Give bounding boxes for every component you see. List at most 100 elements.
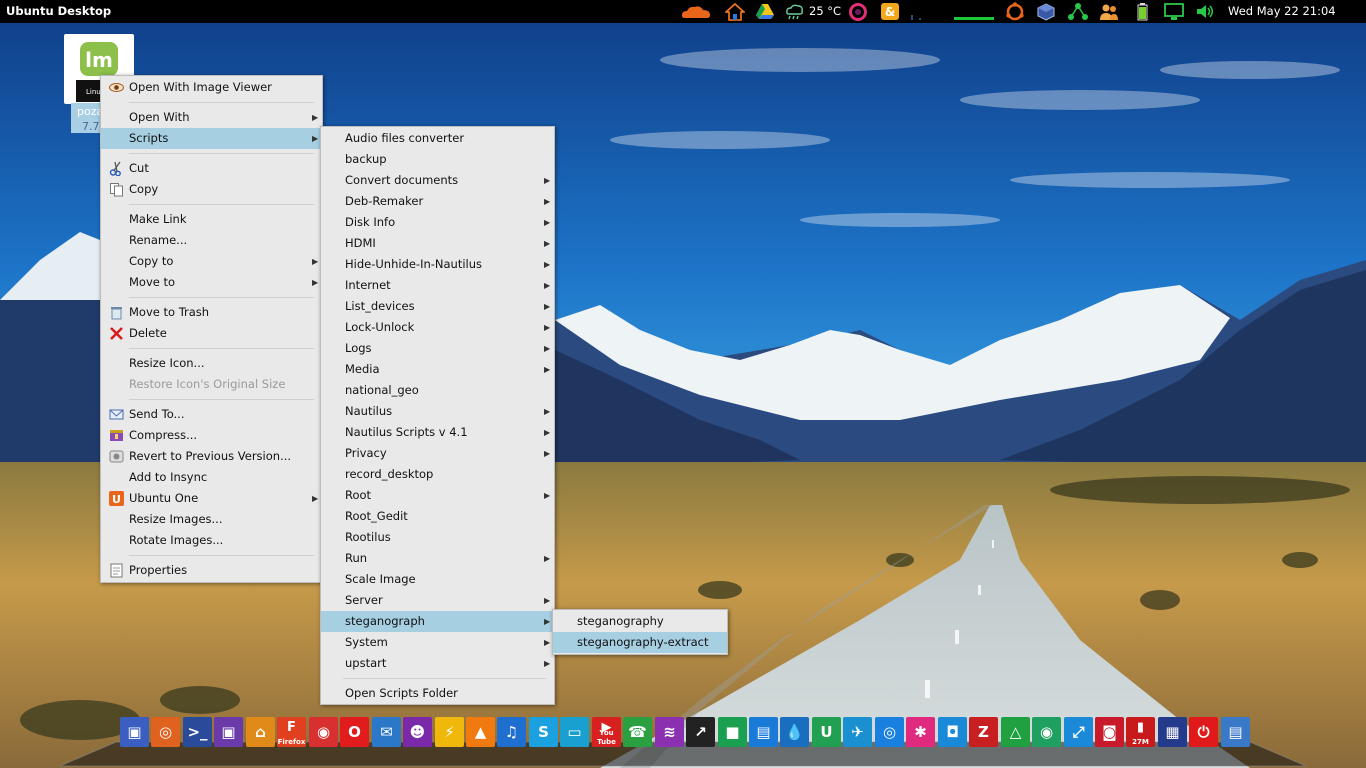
sync-icon[interactable]: & — [880, 2, 900, 21]
resize-icon[interactable]: ⤢ — [1064, 717, 1093, 747]
menu-item-disk-info[interactable]: Disk Info ▶ — [321, 212, 554, 233]
thunderbird-icon[interactable]: ✉ — [372, 717, 401, 747]
menu-item-make-link[interactable]: Make Link — [101, 209, 322, 230]
filezilla-icon[interactable]: Z — [969, 717, 998, 747]
video-icon[interactable]: ■ — [718, 717, 747, 747]
menu-item-add-to-insync[interactable]: Add to Insync — [101, 467, 322, 488]
menu-item-revert-to-previous-version[interactable]: Revert to Previous Version... — [101, 446, 322, 467]
ring-icon[interactable] — [848, 2, 868, 21]
music-icon[interactable]: ♫ — [497, 717, 526, 747]
remote-desktop-icon[interactable]: ▭ — [560, 717, 589, 747]
mint-menu-icon[interactable]: ▣ — [120, 717, 149, 747]
menu-item-root[interactable]: Root ▶ — [321, 485, 554, 506]
network-graph-icon[interactable]: ✱ — [906, 717, 935, 747]
menu-item-move-to-trash[interactable]: Move to Trash — [101, 302, 322, 323]
menu-item-label: Copy to — [129, 254, 174, 268]
menu-item-compress[interactable]: Compress... — [101, 425, 322, 446]
menu-item-rotate-images[interactable]: Rotate Images... — [101, 530, 322, 551]
menu-item-rootilus[interactable]: Rootilus — [321, 527, 554, 548]
cloud-icon[interactable] — [680, 2, 712, 21]
menu-item-audio-files-converter[interactable]: Audio files converter — [321, 128, 554, 149]
launcher-icon[interactable]: ↗ — [686, 717, 715, 747]
gdrive-icon[interactable]: △ — [1001, 717, 1030, 747]
vlc-icon[interactable]: ▲ — [466, 717, 495, 747]
chat-icon[interactable]: ☎ — [623, 717, 652, 747]
ubuntu-icon[interactable]: ◎ — [151, 717, 180, 747]
menu-item-open-with-image-viewer[interactable]: Open With Image Viewer — [101, 77, 322, 98]
home-icon[interactable] — [725, 2, 745, 21]
menu-item-backup[interactable]: backup — [321, 149, 554, 170]
wifi-icon[interactable]: ≋ — [655, 717, 684, 747]
menu-item-national-geo[interactable]: national_geo — [321, 380, 554, 401]
drive-icon[interactable] — [755, 2, 775, 21]
menu-item-list-devices[interactable]: List_devices ▶ — [321, 296, 554, 317]
menu-item-move-to[interactable]: Move to ▶ — [101, 272, 322, 293]
mint-update-icon[interactable]: U — [812, 717, 841, 747]
youtube-icon[interactable]: ▶ You Tube — [592, 717, 621, 747]
chromium-icon[interactable]: ◉ — [1032, 717, 1061, 747]
menu-item-hdmi[interactable]: HDMI ▶ — [321, 233, 554, 254]
firefox-icon[interactable]: F Firefox — [277, 717, 306, 747]
menu-item-nautilus-scripts-v-4-1[interactable]: Nautilus Scripts v 4.1 ▶ — [321, 422, 554, 443]
terminal-icon[interactable]: >_ — [183, 717, 212, 747]
notes-icon[interactable]: ▤ — [1221, 717, 1250, 747]
menu-item-send-to[interactable]: Send To... — [101, 404, 322, 425]
menu-item-rename[interactable]: Rename... — [101, 230, 322, 251]
ubuntu-icon[interactable] — [1005, 2, 1025, 21]
system-monitor-icon[interactable]: ▮ 27M — [1126, 717, 1155, 747]
menu-item-cut[interactable]: Cut — [101, 158, 322, 179]
skype-icon[interactable]: S — [529, 717, 558, 747]
menu-item-properties[interactable]: Properties — [101, 560, 322, 581]
display-icon[interactable] — [1164, 2, 1184, 21]
workspace-icon[interactable]: ▦ — [1158, 717, 1187, 747]
files-icon[interactable]: ▤ — [749, 717, 778, 747]
weather-icon[interactable] — [784, 2, 804, 21]
menu-item-server[interactable]: Server ▶ — [321, 590, 554, 611]
menu-item-open-scripts-folder[interactable]: Open Scripts Folder — [321, 683, 554, 704]
menu-item-nautilus[interactable]: Nautilus ▶ — [321, 401, 554, 422]
menu-item-resize-images[interactable]: Resize Images... — [101, 509, 322, 530]
menu-item-internet[interactable]: Internet ▶ — [321, 275, 554, 296]
chrome-icon[interactable]: ◉ — [309, 717, 338, 747]
backup-icon[interactable]: ◙ — [1095, 717, 1124, 747]
menu-item-logs[interactable]: Logs ▶ — [321, 338, 554, 359]
transmission-icon[interactable]: ⚡ — [435, 717, 464, 747]
menu-item-scale-image[interactable]: Scale Image — [321, 569, 554, 590]
menu-item-steganography-extract[interactable]: steganography-extract — [553, 632, 727, 653]
menu-item-copy[interactable]: Copy — [101, 179, 322, 200]
menu-item-resize-icon[interactable]: Resize Icon... — [101, 353, 322, 374]
home-icon[interactable]: ⌂ — [246, 717, 275, 747]
menu-item-label: Open With Image Viewer — [129, 80, 272, 94]
plane-icon[interactable]: ✈ — [843, 717, 872, 747]
power-icon[interactable]: ⏻ — [1189, 717, 1218, 747]
menu-item-record-desktop[interactable]: record_desktop — [321, 464, 554, 485]
menu-item-convert-documents[interactable]: Convert documents ▶ — [321, 170, 554, 191]
menu-item-scripts[interactable]: Scripts ▶ — [101, 128, 322, 149]
menu-item-delete[interactable]: Delete — [101, 323, 322, 344]
menu-item-upstart[interactable]: upstart ▶ — [321, 653, 554, 674]
menu-item-ubuntu-one[interactable]: U Ubuntu One ▶ — [101, 488, 322, 509]
menu-item-run[interactable]: Run ▶ — [321, 548, 554, 569]
users-icon[interactable] — [1099, 2, 1119, 21]
menu-item-root-gedit[interactable]: Root_Gedit — [321, 506, 554, 527]
screenshot-icon[interactable]: ◘ — [938, 717, 967, 747]
menu-item-lock-unlock[interactable]: Lock-Unlock ▶ — [321, 317, 554, 338]
menu-item-deb-remaker[interactable]: Deb-Remaker ▶ — [321, 191, 554, 212]
volume-icon[interactable] — [1195, 2, 1215, 21]
drop-icon[interactable]: 💧 — [780, 717, 809, 747]
menu-item-privacy[interactable]: Privacy ▶ — [321, 443, 554, 464]
menu-item-open-with[interactable]: Open With ▶ — [101, 107, 322, 128]
menu-item-steganograph[interactable]: steganograph ▶ — [321, 611, 554, 632]
menu-item-copy-to[interactable]: Copy to ▶ — [101, 251, 322, 272]
menu-item-system[interactable]: System ▶ — [321, 632, 554, 653]
menu-item-media[interactable]: Media ▶ — [321, 359, 554, 380]
clock[interactable]: Wed May 22 21:04 — [1228, 4, 1336, 18]
network-icon[interactable] — [1068, 2, 1088, 21]
pidgin-icon[interactable]: ☻ — [403, 717, 432, 747]
desktop-icon[interactable]: ▣ — [214, 717, 243, 747]
box-icon[interactable] — [1036, 2, 1056, 21]
menu-item-hide-unhide-in-nautilus[interactable]: Hide-Unhide-In-Nautilus ▶ — [321, 254, 554, 275]
disk-icon[interactable]: ◎ — [875, 717, 904, 747]
menu-item-steganography[interactable]: steganography — [553, 611, 727, 632]
opera-icon[interactable]: O — [340, 717, 369, 747]
